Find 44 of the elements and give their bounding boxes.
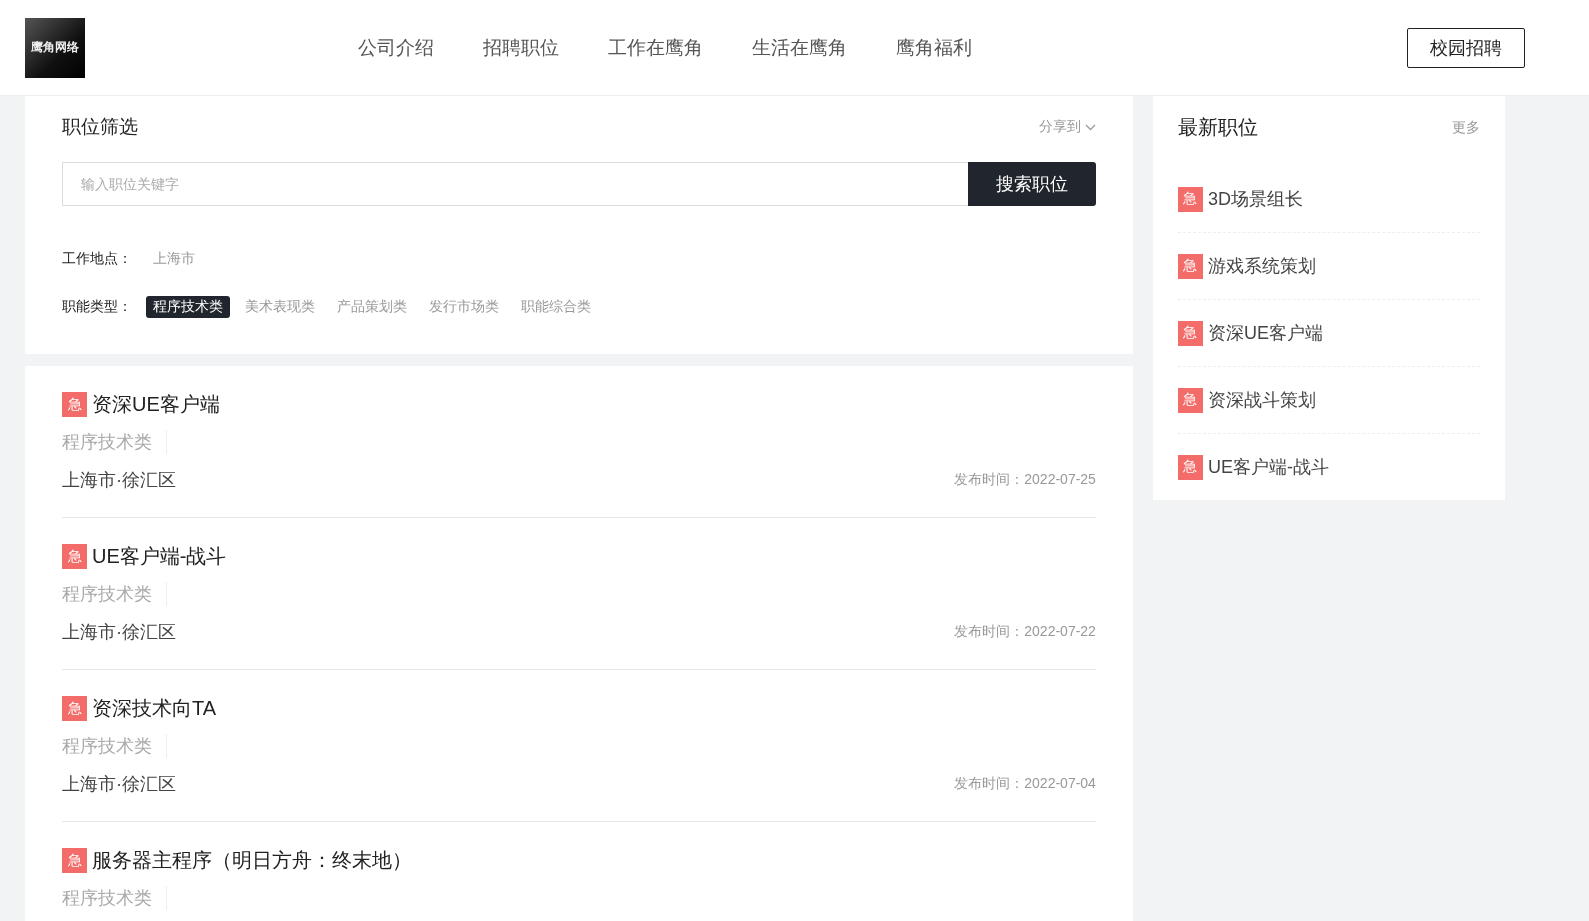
latest-job-link[interactable]: 资深战斗策划 [1207, 388, 1316, 412]
urgent-badge: 急 [1177, 387, 1203, 413]
latest-job-link[interactable]: 3D场景组长 [1207, 187, 1303, 211]
campus-recruitment-button[interactable]: 校园招聘 [1407, 27, 1525, 68]
urgent-badge: 急 [1177, 186, 1203, 212]
logo[interactable]: 鹰角网络 [25, 17, 85, 78]
filter-label: 工作地点： [62, 250, 133, 268]
urgent-badge: 急 [62, 392, 87, 417]
job-location: 上海市·徐汇区 [62, 773, 176, 796]
job-title[interactable]: UE客户端-战斗 [92, 543, 227, 570]
search-button[interactable]: 搜索职位 [967, 162, 1096, 206]
logo-text: 鹰角网络 [31, 39, 79, 56]
publish-date: 发布时间：2022-07-25 [954, 471, 1096, 489]
urgent-badge: 急 [62, 848, 87, 873]
latest-jobs-title: 最新职位 [1177, 115, 1258, 140]
job-category: 程序技术类 [62, 582, 167, 606]
latest-job-link[interactable]: UE客户端-战斗 [1207, 455, 1329, 479]
latest-job-link[interactable]: 游戏系统策划 [1207, 254, 1316, 278]
urgent-badge: 急 [62, 544, 87, 569]
filter-title: 职位筛选 [62, 115, 138, 139]
job-title[interactable]: 资深技术向TA [92, 695, 217, 722]
latest-job-link[interactable]: 资深UE客户端 [1207, 321, 1323, 345]
nav-link[interactable]: 公司介绍 [358, 34, 434, 61]
nav-link[interactable]: 招聘职位 [483, 34, 559, 61]
nav-link[interactable]: 鹰角福利 [896, 34, 972, 61]
job-category: 程序技术类 [62, 734, 167, 758]
job-category: 程序技术类 [62, 886, 167, 910]
job-category: 程序技术类 [62, 430, 167, 454]
filter-label: 职能类型： [62, 298, 133, 316]
urgent-badge: 急 [1177, 253, 1203, 279]
publish-date: 发布时间：2022-07-04 [954, 775, 1096, 793]
job-title[interactable]: 服务器主程序（明日方舟：终末地） [92, 847, 412, 874]
chevron-down-icon [1084, 123, 1096, 131]
urgent-badge: 急 [1177, 320, 1203, 346]
nav-link[interactable]: 生活在鹰角 [752, 34, 847, 61]
nav-link[interactable]: 工作在鹰角 [608, 34, 703, 61]
filter-option[interactable]: 程序技术类 [146, 296, 230, 318]
urgent-badge: 急 [62, 696, 87, 721]
job-location: 上海市·徐汇区 [62, 469, 176, 492]
urgent-badge: 急 [1177, 454, 1203, 480]
job-location: 上海市·徐汇区 [62, 621, 176, 644]
job-title[interactable]: 资深UE客户端 [92, 391, 220, 418]
publish-date: 发布时间：2022-07-22 [954, 623, 1096, 641]
keyword-search-field[interactable]: 输入职位关键字 [62, 162, 968, 206]
